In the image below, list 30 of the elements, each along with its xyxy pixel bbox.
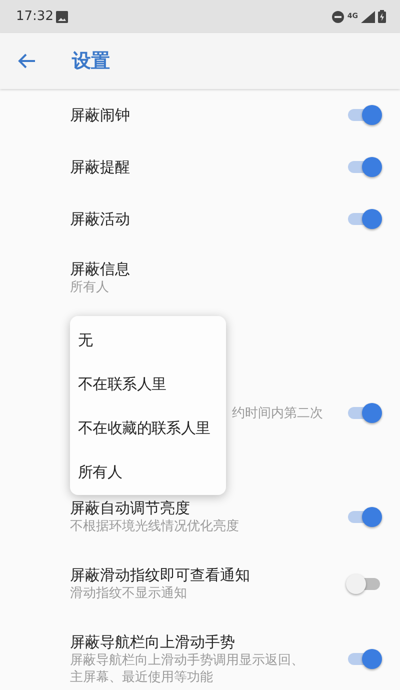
toggle-switch[interactable] xyxy=(346,648,382,670)
toggle-switch[interactable] xyxy=(346,402,382,424)
signal-icon xyxy=(361,10,375,22)
setting-title: 屏蔽滑动指纹即可查看通知 xyxy=(70,565,250,585)
toggle-switch[interactable] xyxy=(346,572,382,594)
setting-title: 屏蔽信息 xyxy=(70,259,130,279)
setting-description: 所有人 xyxy=(70,279,109,296)
menu-item[interactable]: 无 xyxy=(70,318,226,362)
setting-description: 屏蔽导航栏向上滑动手势调用显示返回、主屏幕、最近使用等功能 xyxy=(70,652,305,686)
setting-description: 不根据环境光线情况优化亮度 xyxy=(70,518,239,535)
battery-icon xyxy=(378,10,386,23)
back-arrow-icon xyxy=(18,53,36,69)
do-not-disturb-icon xyxy=(332,10,344,22)
setting-description: 约时间内第二次 xyxy=(232,404,323,422)
menu-item[interactable]: 不在联系人里 xyxy=(70,362,226,406)
clock-time: 17:32 xyxy=(16,9,54,24)
setting-title: 屏蔽自动调节亮度 xyxy=(70,498,190,518)
menu-item[interactable]: 所有人 xyxy=(70,450,226,494)
setting-title: 屏蔽导航栏向上滑动手势 xyxy=(70,632,235,652)
setting-title: 屏蔽提醒 xyxy=(70,157,130,177)
menu-item[interactable]: 不在收藏的联系人里 xyxy=(70,406,226,450)
toggle-switch[interactable] xyxy=(346,156,382,178)
setting-title: 屏蔽闹钟 xyxy=(70,105,130,125)
image-icon xyxy=(56,10,68,22)
toggle-switch[interactable] xyxy=(346,506,382,528)
setting-title: 屏蔽活动 xyxy=(70,209,130,229)
setting-description: 滑动指纹不显示通知 xyxy=(70,585,187,602)
screen-title: 设置 xyxy=(72,49,110,74)
toggle-switch[interactable] xyxy=(346,208,382,230)
toggle-switch[interactable] xyxy=(346,104,382,126)
